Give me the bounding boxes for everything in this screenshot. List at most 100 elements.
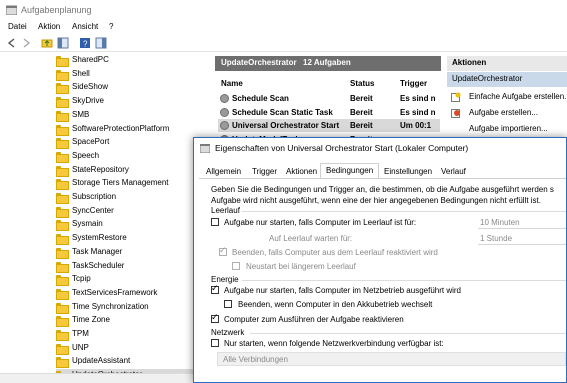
column-header-trigger[interactable]: Trigger — [400, 79, 427, 88]
idle-start-checkbox[interactable] — [211, 218, 219, 226]
tree-item[interactable]: Tcpip — [56, 273, 202, 287]
tree-item[interactable]: Time Zone — [56, 314, 202, 328]
tree-item[interactable]: UNP — [56, 342, 202, 355]
tree-item[interactable]: Shell — [56, 68, 202, 81]
tree-item[interactable]: SideShow — [56, 81, 202, 95]
tree-item-label: StateRepository — [72, 164, 129, 174]
folder-icon — [56, 357, 69, 369]
folder-icon — [56, 165, 69, 177]
tree-scrollbar[interactable] — [0, 373, 204, 383]
battery-stop-checkbox[interactable] — [224, 300, 232, 308]
column-header-status[interactable]: Status — [350, 79, 374, 88]
table-row[interactable]: Universal Orchestrator Start Bereit Um 00:… — [218, 119, 440, 132]
table-row[interactable]: Schedule Scan Bereit Es sind n — [218, 92, 440, 105]
folder-icon — [56, 83, 69, 95]
menu-bar: Datei Aktion Ansicht ? — [0, 20, 567, 34]
task-status: Bereit — [350, 121, 373, 130]
menu-aktion[interactable]: Aktion — [38, 22, 60, 31]
column-header-name[interactable]: Name — [221, 79, 243, 88]
task-count: 12 Aufgaben — [303, 58, 351, 67]
tree-item[interactable]: Sysmain — [56, 218, 202, 232]
idle-wait-combo[interactable]: 1 Stunde — [478, 233, 566, 245]
tab-trigger[interactable]: Trigger — [251, 165, 281, 179]
network-label: Nur starten, wenn folgende Netzwerkverbi… — [224, 339, 444, 348]
folder-icon — [56, 302, 69, 314]
show-hide-console-tree-icon[interactable] — [57, 37, 69, 49]
idle-duration-combo[interactable]: 10 Minuten — [478, 217, 566, 229]
folder-icon — [56, 288, 69, 300]
idle-wait-label: Auf Leerlauf warten für: — [269, 234, 353, 243]
tree-item[interactable]: TextServicesFramework — [56, 287, 202, 300]
tree-item-label: Subscription — [72, 192, 117, 201]
idle-restart-label: Neustart bei längerem Leerlauf — [246, 262, 356, 271]
menu-help[interactable]: ? — [109, 22, 113, 31]
ac-power-label: Aufgabe nur starten, falls Computer im N… — [224, 286, 462, 295]
task-name: Schedule Scan — [232, 94, 289, 103]
tree-item[interactable]: SMB — [56, 109, 202, 122]
tab-divider — [199, 178, 566, 179]
folder-icon — [56, 234, 69, 246]
tree-item[interactable]: Task Manager — [56, 246, 202, 259]
help-icon[interactable]: ? — [79, 37, 91, 49]
tree-item[interactable]: Storage Tiers Management — [56, 177, 202, 191]
action-label: Aufgabe erstellen... — [469, 108, 538, 117]
menu-ansicht[interactable]: Ansicht — [72, 22, 98, 31]
task-clock-icon — [220, 121, 229, 130]
folder-icon — [56, 316, 69, 328]
back-icon[interactable] — [6, 37, 18, 49]
action-create-basic-task[interactable]: Einfache Aufgabe erstellen... — [451, 90, 567, 104]
folder-icon — [56, 343, 69, 355]
ac-power-checkbox[interactable] — [211, 283, 219, 294]
show-hide-action-pane-icon[interactable] — [95, 37, 107, 49]
folder-icon — [56, 69, 69, 81]
tree-item-label: Shell — [72, 68, 90, 78]
create-task-icon — [451, 109, 460, 118]
tree-item-label: TaskScheduler — [72, 260, 125, 270]
wake-computer-checkbox[interactable] — [211, 312, 219, 323]
svg-text:?: ? — [83, 40, 88, 49]
task-trigger: Um 00:1 — [400, 121, 432, 130]
tree-item[interactable]: TaskScheduler — [56, 260, 202, 273]
network-connection-combo[interactable]: Alle Verbindungen — [217, 352, 566, 366]
tree-item[interactable]: StateRepository — [56, 164, 202, 177]
tree-item[interactable]: SyncCenter — [56, 205, 202, 218]
forward-icon[interactable] — [20, 37, 32, 49]
tree-item-label: UpdateAssistant — [72, 356, 131, 366]
network-checkbox[interactable] — [211, 339, 219, 347]
table-row[interactable]: Schedule Scan Static Task Bereit Es sind n — [218, 106, 440, 119]
tree-item[interactable]: SystemRestore — [56, 232, 202, 246]
task-status: Bereit — [350, 107, 373, 117]
tree-item[interactable]: Time Synchronization — [56, 301, 202, 314]
tree-item[interactable]: Speech — [56, 150, 202, 163]
section-network: Netzwerk — [211, 328, 245, 337]
tab-verlauf[interactable]: Verlauf — [441, 165, 471, 179]
idle-stop-checkbox[interactable] — [219, 245, 227, 256]
task-trigger: Es sind n — [400, 107, 436, 117]
tab-allgemein[interactable]: Allgemein — [204, 165, 244, 179]
folder-icon — [56, 138, 69, 150]
folder-icon — [56, 275, 69, 287]
idle-restart-checkbox[interactable] — [232, 262, 240, 270]
tree-item[interactable]: SkyDrive — [56, 95, 202, 109]
folder-icon — [56, 220, 69, 232]
tab-aktionen[interactable]: Aktionen — [286, 165, 322, 179]
action-import-task[interactable]: Aufgabe importieren... — [451, 122, 567, 136]
action-create-task[interactable]: Aufgabe erstellen... — [451, 106, 567, 120]
tree-item[interactable]: UpdateAssistant — [56, 355, 202, 369]
tab-bedingungen[interactable]: Bedingungen — [320, 163, 379, 179]
actions-group-header[interactable]: UpdateOrchestrator — [447, 72, 567, 87]
battery-stop-label: Beenden, wenn Computer in den Akkubetrie… — [238, 300, 433, 309]
section-idle-line — [242, 211, 566, 212]
tree-item[interactable]: SpacePort — [56, 136, 202, 150]
task-trigger: Es sind n — [400, 94, 436, 103]
folder-up-icon[interactable] — [41, 37, 53, 49]
tree-item[interactable]: SoftwareProtectionPlatform — [56, 123, 202, 136]
menu-datei[interactable]: Datei — [8, 22, 27, 31]
folder-icon — [56, 124, 69, 136]
tab-einstellungen[interactable]: Einstellungen — [384, 165, 436, 179]
tree-item-label: SkyDrive — [72, 96, 105, 106]
tree-item[interactable]: Subscription — [56, 191, 202, 204]
tree-item[interactable]: SharedPC — [56, 54, 202, 67]
folder-icon — [56, 179, 69, 191]
tree-item[interactable]: TPM — [56, 328, 202, 341]
